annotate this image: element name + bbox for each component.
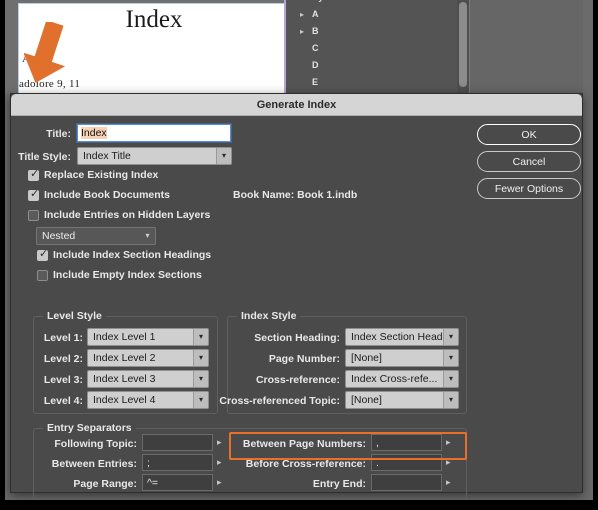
between-entries-label: Between Entries:: [51, 458, 137, 470]
index-panel-row-b[interactable]: ▸ B: [286, 23, 462, 40]
include-empty-sections-label: Include Empty Index Sections: [53, 269, 202, 281]
include-hidden-layers-checkbox[interactable]: [28, 210, 39, 221]
chevron-down-icon[interactable]: ▾: [216, 148, 231, 164]
dialog-titlebar[interactable]: Generate Index: [11, 94, 582, 116]
chevron-down-icon[interactable]: ▾: [443, 371, 458, 387]
index-panel-row-c[interactable]: C: [286, 40, 462, 57]
index-panel-label: B: [312, 26, 319, 36]
chevron-down-icon[interactable]: ▾: [443, 392, 458, 408]
cross-referenced-topic-value: [None]: [351, 394, 382, 406]
level-2-value: Index Level 2: [93, 352, 156, 364]
page-range-menu-icon[interactable]: ▸: [217, 474, 222, 491]
panel-scrollbar[interactable]: [457, 0, 469, 95]
cancel-button[interactable]: Cancel: [477, 151, 581, 172]
highlight-annotation: [229, 432, 467, 460]
level-4-label: Level 4:: [43, 395, 83, 407]
panel-scrollbar-thumb[interactable]: [459, 2, 467, 87]
chevron-down-icon[interactable]: ▾: [443, 329, 458, 345]
index-panel-label: A: [312, 9, 319, 19]
page-number-label: Page Number:: [268, 353, 340, 365]
section-heading-label: Section Heading:: [254, 332, 340, 344]
index-panel-label: D: [312, 60, 319, 70]
chevron-down-icon[interactable]: ▾: [193, 371, 208, 387]
generate-index-dialog[interactable]: Generate Index Title: Index Title Style:…: [10, 93, 583, 500]
entry-end-input[interactable]: [371, 474, 442, 491]
level-3-dropdown[interactable]: Index Level 3 ▾: [87, 370, 209, 388]
cross-reference-label: Cross-reference:: [255, 374, 340, 386]
level-style-group-label: Level Style: [43, 310, 106, 322]
fewer-options-button[interactable]: Fewer Options: [477, 178, 581, 199]
ok-button[interactable]: OK: [477, 124, 581, 145]
cross-referenced-topic-label: Cross-referenced Topic:: [219, 395, 340, 407]
following-topic-input[interactable]: [142, 434, 213, 451]
title-input[interactable]: Index: [77, 124, 231, 142]
level-2-label: Level 2:: [43, 353, 83, 365]
cross-referenced-topic-dropdown[interactable]: [None] ▾: [345, 391, 459, 409]
include-empty-sections-checkbox[interactable]: [37, 270, 48, 281]
replace-existing-index-checkbox[interactable]: [28, 168, 39, 181]
level-1-label: Level 1:: [43, 332, 83, 344]
index-panel-row-d[interactable]: D: [286, 57, 462, 74]
between-entries-input[interactable]: ;: [142, 454, 213, 471]
following-topic-label: Following Topic:: [54, 438, 137, 450]
section-heading-dropdown[interactable]: Index Section Head ▾: [345, 328, 459, 346]
cross-reference-value: Index Cross-refe...: [351, 373, 438, 385]
title-style-label: Title Style:: [18, 151, 71, 163]
page-range-input[interactable]: ^=: [142, 474, 213, 491]
entry-separators-group-label: Entry Separators: [43, 422, 136, 434]
chevron-down-icon[interactable]: ▾: [193, 350, 208, 366]
page-number-dropdown[interactable]: [None] ▾: [345, 349, 459, 367]
chevron-down-icon[interactable]: ▾: [443, 350, 458, 366]
index-panel-label: E: [312, 77, 319, 87]
book-name-text: Book Name: Book 1.indb: [233, 189, 358, 201]
index-style-group-label: Index Style: [237, 310, 301, 322]
include-book-documents-label: Include Book Documents: [44, 189, 171, 201]
title-style-value: Index Title: [83, 150, 131, 162]
screenshot-root: Index A adolore 9, 11 Symbols ▸ A ▸ B C …: [0, 0, 598, 510]
replace-existing-index-label: Replace Existing Index: [44, 169, 159, 181]
title-field-label: Title:: [46, 128, 71, 140]
index-panel[interactable]: Symbols ▸ A ▸ B C D E: [286, 0, 462, 95]
cross-reference-dropdown[interactable]: Index Cross-refe... ▾: [345, 370, 459, 388]
level-4-dropdown[interactable]: Index Level 4 ▾: [87, 391, 209, 409]
section-heading-value: Index Section Head: [351, 331, 443, 343]
index-panel-row-e[interactable]: E: [286, 74, 462, 91]
chevron-right-icon[interactable]: ▸: [300, 23, 304, 40]
level-4-value: Index Level 4: [93, 394, 156, 406]
title-style-dropdown[interactable]: Index Title ▾: [77, 147, 232, 165]
level-3-label: Level 3:: [43, 374, 83, 386]
page-number-value: [None]: [351, 352, 382, 364]
include-section-headings-label: Include Index Section Headings: [53, 249, 212, 261]
page-range-label: Page Range:: [73, 478, 137, 490]
include-hidden-layers-label: Include Entries on Hidden Layers: [44, 209, 211, 221]
index-panel-label: C: [312, 43, 319, 53]
secondary-panel[interactable]: [469, 0, 583, 95]
level-3-value: Index Level 3: [93, 373, 156, 385]
title-input-value: Index: [81, 127, 107, 139]
index-panel-row-a[interactable]: ▸ A: [286, 6, 462, 23]
between-entries-menu-icon[interactable]: ▸: [217, 454, 222, 471]
arrow-down-annotation: [24, 22, 66, 83]
include-section-headings-checkbox[interactable]: [37, 248, 48, 261]
following-topic-menu-icon[interactable]: ▸: [217, 434, 222, 451]
dialog-body: Title: Index Title Style: Index Title ▾ …: [11, 116, 582, 500]
chevron-right-icon[interactable]: ▸: [300, 6, 304, 23]
dialog-title: Generate Index: [256, 99, 337, 111]
entry-end-label: Entry End:: [312, 478, 366, 490]
include-book-documents-checkbox[interactable]: [28, 188, 39, 201]
level-1-dropdown[interactable]: Index Level 1 ▾: [87, 328, 209, 346]
chevron-down-icon[interactable]: ▾: [140, 228, 155, 244]
index-format-value: Nested: [42, 230, 76, 242]
level-2-dropdown[interactable]: Index Level 2 ▾: [87, 349, 209, 367]
index-format-dropdown[interactable]: Nested ▾: [36, 227, 156, 245]
chevron-down-icon[interactable]: ▾: [193, 329, 208, 345]
level-1-value: Index Level 1: [93, 331, 156, 343]
chevron-down-icon[interactable]: ▾: [193, 392, 208, 408]
entry-end-menu-icon[interactable]: ▸: [446, 474, 451, 491]
